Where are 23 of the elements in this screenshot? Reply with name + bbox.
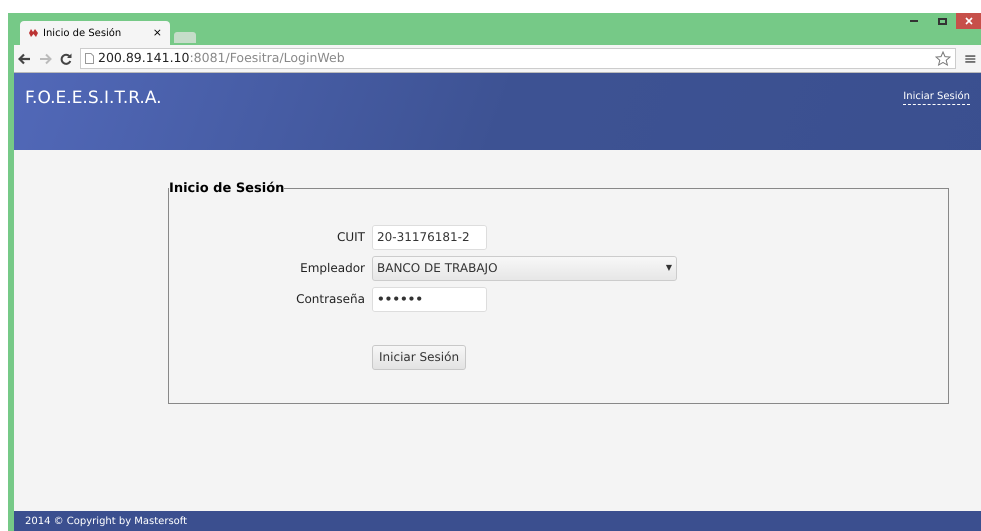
employer-dropdown[interactable]: BANCO DE TRABAJO ▼ [372,256,677,280]
address-bar[interactable]: 200.89.141.10:8081/Foesitra/LoginWeb [80,48,956,69]
login-button[interactable]: Iniciar Sesión [372,344,466,370]
field-label: CUIT [336,229,365,246]
favicon-icon [28,28,39,38]
browser-tab[interactable]: Inicio de Sesión × [20,21,170,45]
close-icon[interactable] [964,17,972,25]
cuit-field[interactable]: 20-31176181-2 [372,224,487,250]
star-icon[interactable] [934,51,951,66]
site-title: F.O.E.E.S.I.T.R.A. [25,87,162,110]
field-label: Contraseña [295,291,365,308]
page-icon [85,53,94,64]
menu-icon[interactable]: ≡ [964,50,977,66]
password-field[interactable]: •••••• [372,286,487,312]
tab-close-button[interactable]: × [152,24,162,42]
panel-legend: Inicio de Sesión [169,179,284,198]
footer-bar: 2014 © Copyright by Mastersoft [14,511,981,531]
close-button[interactable] [956,13,981,29]
url-text[interactable]: 200.89.141.10:8081/Foesitra/LoginWeb [98,49,345,68]
field-label: Empleador [299,260,365,277]
reload-icon[interactable] [60,52,72,64]
login-link[interactable]: Iniciar Sesión [903,89,970,105]
back-icon[interactable] [18,52,31,64]
